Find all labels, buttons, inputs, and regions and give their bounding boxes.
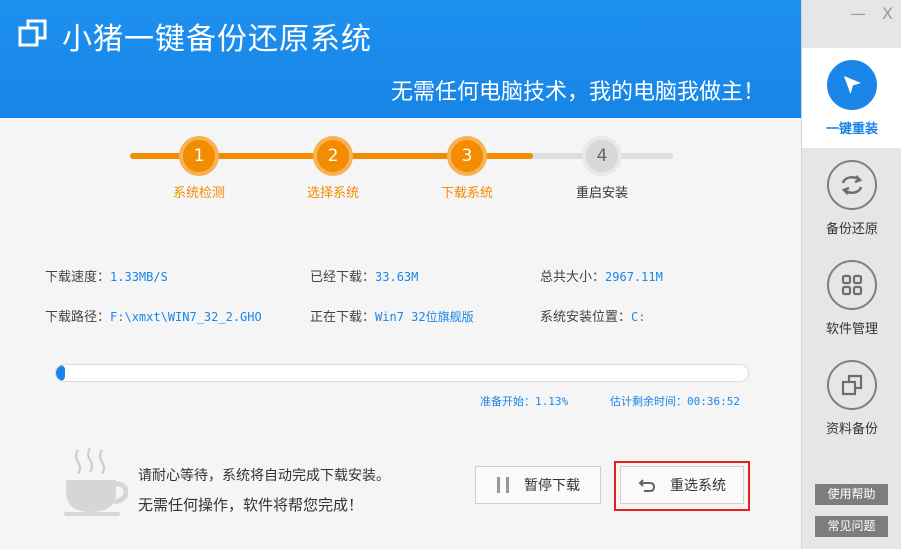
step-label: 重启安装 bbox=[575, 186, 628, 201]
sidebar-item-reinstall[interactable]: 一键重装 bbox=[802, 48, 901, 148]
sidebar-item-label: 一键重装 bbox=[825, 121, 878, 137]
grid-apps-icon bbox=[827, 259, 877, 310]
sidebar: — X 一键重装 备份还原 软件管理 资料备份 使用帮助 常见问题 bbox=[801, 0, 901, 549]
pause-download-button[interactable]: 暂停下载 bbox=[475, 466, 601, 504]
refresh-arrows-icon bbox=[827, 159, 877, 210]
app-window: 小猪一键备份还原系统 无需任何电脑技术，我的电脑我做主！ — X 一键重装 备份… bbox=[0, 0, 901, 549]
download-path: 下载路径：F:\xmxt\WIN7_32_2.GHO bbox=[45, 306, 262, 325]
info-label: 总共大小： bbox=[540, 270, 606, 285]
window-controls: — X bbox=[850, 4, 893, 23]
pause-icon bbox=[496, 476, 510, 494]
sidebar-nav: 一键重装 备份还原 软件管理 资料备份 bbox=[802, 48, 901, 448]
step-label: 选择系统 bbox=[306, 186, 359, 201]
info-label: 正在下载： bbox=[310, 310, 376, 325]
downloaded-size: 已经下载：33.63M bbox=[310, 266, 418, 285]
coffee-cup-icon bbox=[64, 447, 128, 516]
info-label: 下载速度： bbox=[45, 270, 111, 285]
info-label: 已经下载： bbox=[310, 270, 376, 285]
info-value: 2967.11M bbox=[605, 270, 663, 284]
faq-button[interactable]: 常见问题 bbox=[815, 516, 888, 537]
download-progress-bar bbox=[55, 364, 749, 382]
progress-fill bbox=[56, 365, 65, 381]
info-value: F:\xmxt\WIN7_32_2.GHO bbox=[110, 310, 262, 324]
info-label: 系统安装位置： bbox=[540, 310, 632, 325]
progress-status: 准备开始：1.13% bbox=[480, 395, 569, 408]
step-label: 下载系统 bbox=[440, 186, 493, 201]
step-number: 3 bbox=[447, 136, 487, 176]
sidebar-item-label: 备份还原 bbox=[825, 221, 878, 237]
app-title: 小猪一键备份还原系统 bbox=[62, 22, 372, 57]
sidebar-item-backup-restore[interactable]: 备份还原 bbox=[802, 148, 901, 248]
info-value: C: bbox=[631, 310, 646, 324]
close-button[interactable]: X bbox=[882, 4, 893, 23]
download-speed: 下载速度：1.33MB/S bbox=[45, 266, 168, 285]
current-download: 正在下载：Win7 32位旗舰版 bbox=[310, 306, 474, 325]
info-value: 1.33MB/S bbox=[110, 270, 168, 284]
info-value: Win7 32位旗舰版 bbox=[375, 310, 474, 324]
total-size: 总共大小：2967.11M bbox=[540, 266, 663, 285]
install-location: 系统安装位置：C: bbox=[540, 306, 645, 325]
step-2: 2 选择系统 bbox=[293, 136, 373, 201]
step-3: 3 下载系统 bbox=[427, 136, 507, 201]
copy-squares-icon bbox=[827, 359, 877, 410]
step-label: 系统检测 bbox=[172, 186, 225, 201]
sidebar-item-label: 资料备份 bbox=[825, 421, 878, 437]
sidebar-item-software[interactable]: 软件管理 bbox=[802, 248, 901, 348]
help-button[interactable]: 使用帮助 bbox=[815, 484, 888, 505]
logo-icon bbox=[18, 19, 47, 47]
sidebar-item-label: 软件管理 bbox=[825, 321, 878, 337]
step-1: 1 系统检测 bbox=[159, 136, 239, 201]
step-4: 4 重启安装 bbox=[562, 136, 642, 201]
no-action-message: 无需任何操作，软件将帮您完成！ bbox=[138, 496, 364, 514]
pause-download-label: 暂停下载 bbox=[524, 478, 580, 494]
minimize-button[interactable]: — bbox=[850, 4, 866, 23]
slogan: 无需任何电脑技术，我的电脑我做主！ bbox=[390, 80, 765, 105]
info-label: 下载路径： bbox=[45, 310, 111, 325]
wait-message: 请耐心等待，系统将自动完成下载安装。 bbox=[138, 468, 390, 484]
info-value: 33.63M bbox=[375, 270, 419, 284]
header-banner: 小猪一键备份还原系统 无需任何电脑技术，我的电脑我做主！ bbox=[0, 0, 801, 118]
step-number: 4 bbox=[582, 136, 622, 176]
step-number: 2 bbox=[313, 136, 353, 176]
cursor-arrow-icon bbox=[827, 59, 877, 110]
remaining-time: 估计剩余时间：00:36:52 bbox=[610, 395, 740, 408]
step-number: 1 bbox=[179, 136, 219, 176]
step-progress: 1 系统检测 2 选择系统 3 下载系统 4 重启安装 bbox=[130, 136, 675, 206]
sidebar-item-data-backup[interactable]: 资料备份 bbox=[802, 348, 901, 448]
reselect-highlight-box bbox=[614, 461, 750, 511]
